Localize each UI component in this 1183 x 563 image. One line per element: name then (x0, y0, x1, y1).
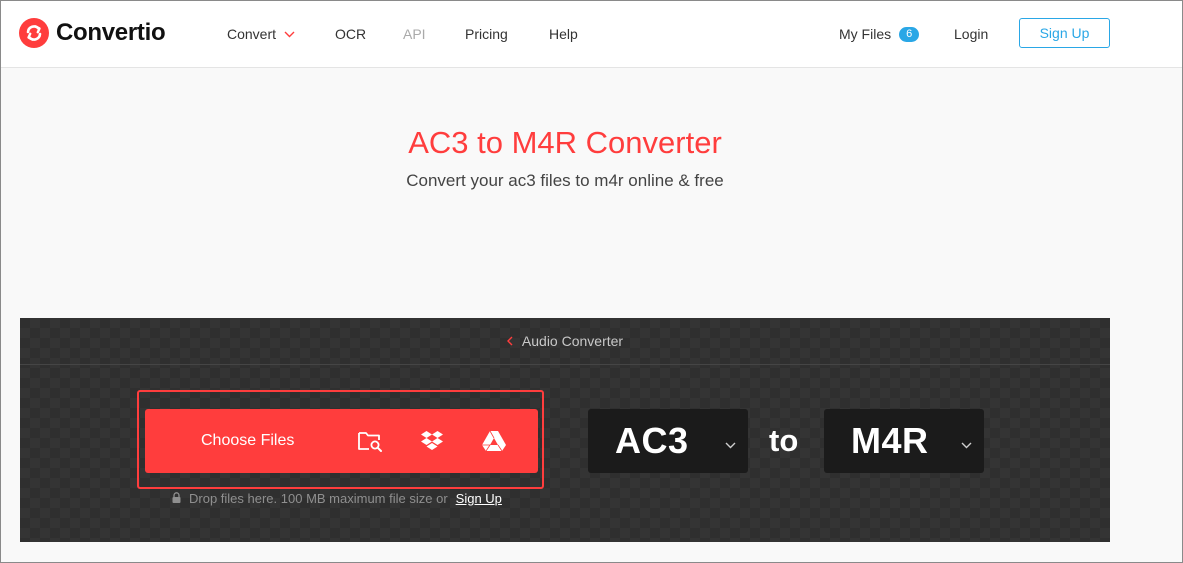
nav-convert-label: Convert (227, 26, 277, 42)
breadcrumb-label: Audio Converter (521, 333, 624, 349)
converter-panel: Audio Converter Choose Files Drop files … (20, 318, 1110, 542)
to-format-value: M4R (851, 420, 929, 461)
chevron-left-icon (506, 333, 513, 349)
from-format-select[interactable]: AC3 (588, 409, 748, 473)
login-link[interactable]: Login (954, 0, 988, 68)
breadcrumb-audio-converter[interactable]: Audio Converter (506, 333, 624, 349)
folder-search-icon[interactable] (357, 429, 383, 453)
nav-api-label: API (403, 26, 426, 42)
my-files-count-badge: 6 (899, 26, 920, 42)
top-navbar: Convertio Convert OCR API Pricing Help M… (0, 0, 1183, 68)
nav-convert[interactable]: Convert (227, 0, 295, 68)
chevron-down-icon (725, 436, 736, 454)
choose-files-label: Choose Files (201, 432, 295, 449)
logo-link[interactable]: Convertio (19, 17, 166, 49)
nav-help[interactable]: Help (549, 0, 578, 68)
nav-pricing-label: Pricing (465, 26, 508, 42)
chevron-down-icon (284, 31, 295, 38)
google-drive-icon[interactable] (481, 429, 507, 453)
sign-up-label: Sign Up (1039, 25, 1090, 41)
drop-hint-text: Drop files here. 100 MB maximum file siz… (189, 490, 448, 506)
nav-help-label: Help (549, 26, 578, 42)
nav-ocr-label: OCR (335, 26, 367, 42)
convertio-logo-icon (19, 18, 49, 48)
to-label: to (769, 423, 799, 458)
choose-files-button[interactable]: Choose Files (145, 409, 538, 473)
logo-text: Convertio (56, 19, 166, 46)
nav-api[interactable]: API (403, 0, 426, 68)
dropbox-icon[interactable] (419, 429, 445, 453)
chevron-down-icon (961, 436, 972, 454)
my-files-link[interactable]: My Files 6 (839, 0, 920, 68)
drop-hint: Drop files here. 100 MB maximum file siz… (172, 489, 502, 507)
page-title: AC3 to M4R Converter (408, 125, 722, 160)
login-label: Login (954, 26, 989, 42)
nav-pricing[interactable]: Pricing (465, 0, 508, 68)
lock-icon (172, 491, 181, 506)
nav-ocr[interactable]: OCR (335, 0, 366, 68)
sign-up-button[interactable]: Sign Up (1019, 18, 1110, 48)
my-files-label: My Files (839, 26, 892, 42)
from-format-value: AC3 (615, 420, 689, 461)
drop-hint-sign-up-link[interactable]: Sign Up (456, 491, 502, 506)
breadcrumb: Audio Converter (20, 318, 1110, 365)
to-format-select[interactable]: M4R (824, 409, 984, 473)
page-subtitle: Convert your ac3 files to m4r online & f… (406, 171, 724, 190)
